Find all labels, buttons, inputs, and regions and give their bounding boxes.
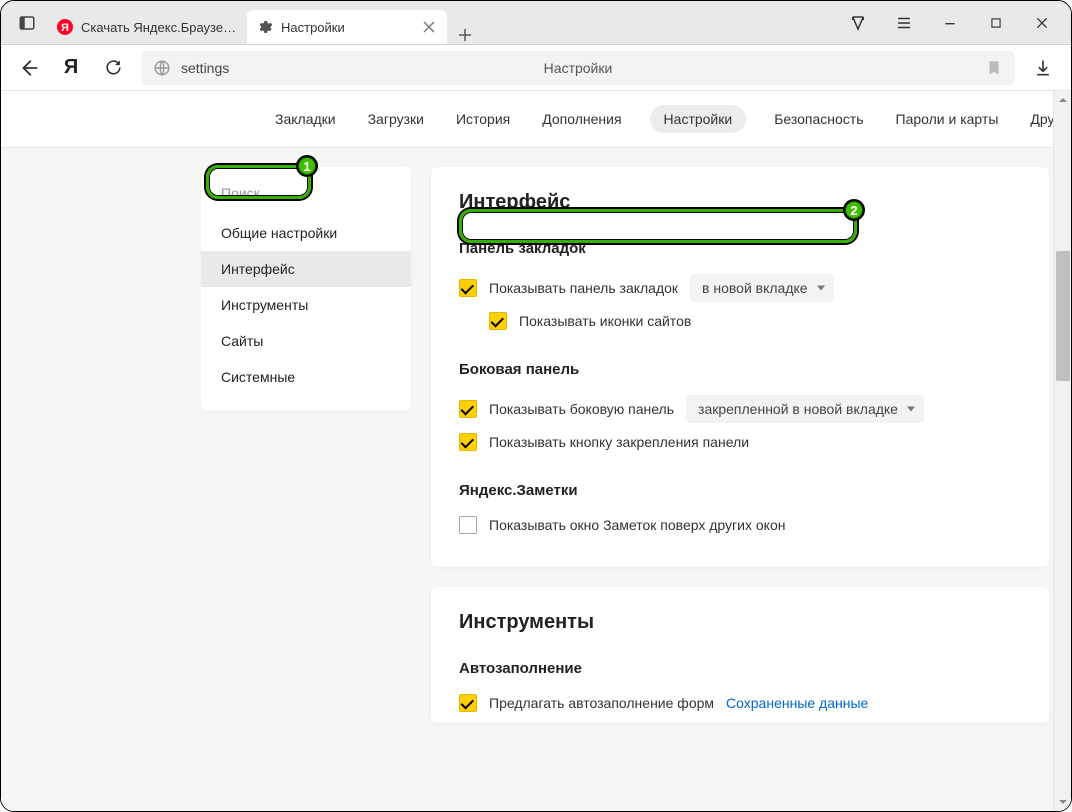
sidebar-search[interactable]: Поиск — [201, 173, 411, 215]
label-show-site-icons: Показывать иконки сайтов — [519, 313, 691, 329]
new-tab-button[interactable] — [447, 26, 483, 44]
label-show-bookmarks-panel: Показывать панель закладок — [489, 280, 678, 296]
gear-icon — [257, 19, 273, 35]
row-autofill-offer: Предлагать автозаполнение форм Сохраненн… — [459, 689, 1021, 717]
window-maximize-button[interactable] — [973, 1, 1019, 45]
autofill-heading: Автозаполнение — [459, 660, 1021, 677]
yandex-favicon-icon: Я — [57, 19, 73, 35]
topnav-downloads[interactable]: Загрузки — [364, 103, 428, 135]
settings-main: Интерфейс Панель закладок Показывать пан… — [431, 167, 1053, 723]
row-notes-on-top: Показывать окно Заметок поверх других ок… — [459, 511, 1021, 539]
link-saved-data[interactable]: Сохраненные данные — [726, 695, 868, 711]
address-bar[interactable]: settings Настройки — [141, 51, 1015, 85]
topnav-history[interactable]: История — [452, 103, 514, 135]
label-notes-on-top: Показывать окно Заметок поверх других ок… — [489, 517, 785, 533]
badge-2: 2 — [843, 199, 865, 221]
interface-heading: Интерфейс — [459, 191, 1021, 214]
reload-button[interactable] — [99, 54, 127, 82]
interface-card: Интерфейс Панель закладок Показывать пан… — [431, 167, 1049, 567]
label-show-pin-button: Показывать кнопку закрепления панели — [489, 434, 749, 450]
tab-close-icon[interactable] — [421, 19, 437, 35]
globe-icon — [153, 59, 171, 77]
scroll-down-button[interactable] — [1054, 793, 1072, 811]
checkbox-show-pin-button[interactable] — [459, 433, 477, 451]
tab-label: Настройки — [281, 20, 413, 35]
badge-1: 1 — [296, 155, 318, 177]
navbar: Я settings Настройки — [1, 45, 1071, 91]
checkbox-show-site-icons[interactable] — [489, 312, 507, 330]
tab-yandex-download[interactable]: Я Скачать Яндекс.Браузер д — [47, 10, 247, 44]
sidebar-item-general[interactable]: Общие настройки — [201, 215, 411, 251]
row-show-sidepanel: Показывать боковую панель закрепленной в… — [459, 390, 1021, 428]
topnav-security[interactable]: Безопасность — [770, 103, 867, 135]
reader-mode-icon[interactable] — [835, 1, 881, 45]
checkbox-autofill-offer[interactable] — [459, 694, 477, 712]
address-page-title: Настройки — [544, 60, 613, 76]
page-content: Закладки Загрузки История Дополнения Нас… — [1, 91, 1053, 811]
bookmarks-panel-heading: Панель закладок — [459, 240, 1021, 257]
select-sidepanel-mode[interactable]: закрепленной в новой вкладке — [686, 395, 924, 423]
scroll-up-button[interactable] — [1054, 91, 1072, 109]
row-show-pin-button: Показывать кнопку закрепления панели — [459, 428, 1021, 456]
sidebar-toggle-button[interactable] — [7, 1, 47, 44]
viewport: Закладки Загрузки История Дополнения Нас… — [1, 91, 1071, 811]
topnav-extensions[interactable]: Дополнения — [538, 103, 625, 135]
tab-strip: Я Скачать Яндекс.Браузер д Настройки — [47, 1, 483, 44]
downloads-button[interactable] — [1029, 54, 1057, 82]
vertical-scrollbar[interactable] — [1053, 91, 1071, 811]
topnav-bookmarks[interactable]: Закладки — [271, 103, 340, 135]
bookmark-icon[interactable] — [985, 59, 1003, 77]
sidebar-item-tools[interactable]: Инструменты — [201, 287, 411, 323]
window-controls — [835, 1, 1065, 44]
tools-heading: Инструменты — [459, 611, 1021, 634]
topnav-passwords[interactable]: Пароли и карты — [892, 103, 1003, 135]
window-close-button[interactable] — [1019, 1, 1065, 45]
menu-button[interactable] — [881, 1, 927, 45]
label-show-sidepanel: Показывать боковую панель — [489, 401, 674, 417]
window-minimize-button[interactable] — [927, 1, 973, 45]
home-button[interactable]: Я — [57, 56, 85, 79]
row-show-site-icons: Показывать иконки сайтов — [459, 307, 1021, 335]
tools-card: Инструменты Автозаполнение Предлагать ав… — [431, 587, 1049, 723]
tab-label: Скачать Яндекс.Браузер д — [81, 20, 237, 35]
checkbox-notes-on-top[interactable] — [459, 516, 477, 534]
settings-topnav: Закладки Загрузки История Дополнения Нас… — [1, 91, 1053, 147]
scroll-thumb[interactable] — [1056, 251, 1070, 381]
checkbox-show-bookmarks-panel[interactable] — [459, 279, 477, 297]
sidepanel-heading: Боковая панель — [459, 361, 1021, 378]
settings-sidebar: Поиск Общие настройки Интерфейс Инструме… — [201, 167, 411, 411]
tab-settings[interactable]: Настройки — [247, 10, 447, 44]
titlebar: Я Скачать Яндекс.Браузер д Настройки — [1, 1, 1071, 45]
svg-text:Я: Я — [61, 22, 69, 34]
address-text: settings — [181, 60, 229, 76]
back-button[interactable] — [15, 54, 43, 82]
select-bookmarks-mode[interactable]: в новой вкладке — [690, 274, 834, 302]
sidebar-item-system[interactable]: Системные — [201, 359, 411, 395]
topnav-settings[interactable]: Настройки — [650, 105, 747, 133]
sidebar-item-sites[interactable]: Сайты — [201, 323, 411, 359]
sidebar-item-interface[interactable]: Интерфейс — [201, 251, 411, 287]
topnav-other[interactable]: Другие устро — [1026, 103, 1053, 135]
label-autofill-offer: Предлагать автозаполнение форм — [489, 695, 714, 711]
notes-heading: Яндекс.Заметки — [459, 482, 1021, 499]
checkbox-show-sidepanel[interactable] — [459, 400, 477, 418]
row-show-bookmarks-panel: Показывать панель закладок в новой вклад… — [459, 269, 1021, 307]
